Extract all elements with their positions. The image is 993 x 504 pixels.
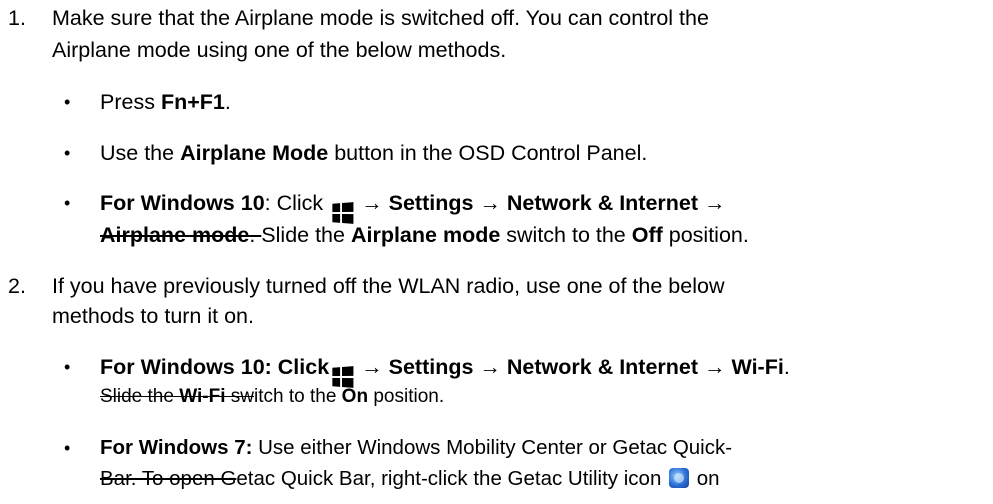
step-2-line-2: methods to turn it on. xyxy=(52,304,254,328)
bullet-2-1-cont: Slide the Wi-Fi switch to the On positio… xyxy=(100,386,445,407)
step-1-line-1: Make sure that the Airplane mode is swit… xyxy=(52,6,709,30)
bullet-dot: • xyxy=(64,193,71,213)
step-1-line-2: Airplane mode using one of the below met… xyxy=(52,38,507,62)
bullet-2-2-cont: Bar. To open Getac Quick Bar, right-clic… xyxy=(100,467,720,490)
bullet-dot: • xyxy=(64,92,71,112)
step-2-line-1: If you have previously turned off the WL… xyxy=(52,274,725,298)
step-1-number: 1. xyxy=(8,6,26,30)
bullet-dot: • xyxy=(64,143,71,163)
bullet-dot: • xyxy=(64,357,71,377)
getac-utility-icon[interactable] xyxy=(669,468,690,488)
step-2-number: 2. xyxy=(8,274,26,298)
bullet-1-3-cont: Airplane mode. Slide the Airplane mode s… xyxy=(100,223,749,247)
bullet-dot: • xyxy=(64,438,71,458)
windows-logo-icon xyxy=(332,202,354,224)
